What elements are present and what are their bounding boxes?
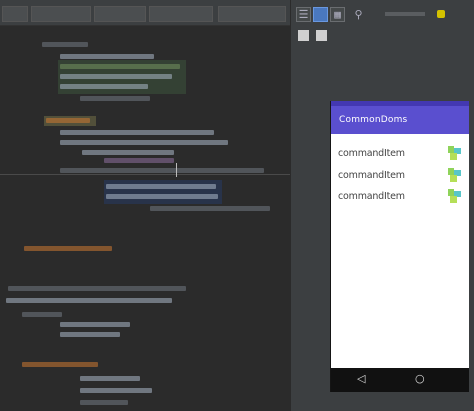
list-item[interactable]: commandItem bbox=[338, 168, 466, 185]
list-item[interactable]: commandItem bbox=[338, 146, 466, 163]
info-icon[interactable] bbox=[316, 30, 327, 41]
code-line bbox=[6, 298, 172, 303]
code-line bbox=[22, 362, 98, 367]
zoom-icon[interactable]: ⚲ bbox=[351, 7, 366, 22]
code-line bbox=[60, 130, 214, 135]
editor-tab-bar bbox=[0, 0, 290, 26]
code-line bbox=[42, 42, 88, 47]
code-guide bbox=[0, 174, 290, 175]
code-line bbox=[22, 312, 62, 317]
code-line bbox=[150, 206, 270, 211]
code-line bbox=[60, 84, 148, 89]
design-icon[interactable]: ▦ bbox=[330, 7, 345, 22]
item-image bbox=[448, 168, 461, 183]
layout-icon[interactable]: ☰ bbox=[296, 7, 311, 22]
app-title: CommonDoms bbox=[339, 115, 408, 125]
grid-icon[interactable] bbox=[298, 30, 309, 41]
code-line bbox=[60, 168, 264, 173]
home-icon[interactable]: ○ bbox=[415, 372, 425, 385]
app-bar: CommonDoms bbox=[331, 106, 469, 134]
list-item-label: commandItem bbox=[338, 170, 405, 181]
item-image bbox=[448, 146, 461, 161]
code-line bbox=[46, 118, 90, 123]
item-image bbox=[448, 189, 461, 204]
code-line bbox=[8, 286, 186, 291]
code-line bbox=[60, 64, 180, 69]
code-line bbox=[24, 246, 112, 251]
device-selector[interactable] bbox=[385, 12, 425, 16]
code-line bbox=[80, 388, 152, 393]
editor-tab[interactable] bbox=[31, 6, 91, 22]
text-cursor bbox=[176, 163, 177, 177]
list-item-label: commandItem bbox=[338, 191, 405, 202]
code-line bbox=[104, 158, 174, 163]
code-line bbox=[80, 376, 140, 381]
code-line bbox=[60, 332, 120, 337]
editor-tab[interactable] bbox=[149, 6, 213, 22]
editor-tab[interactable] bbox=[2, 6, 28, 22]
code-line bbox=[82, 150, 174, 155]
code-line bbox=[60, 74, 172, 79]
code-line bbox=[106, 194, 218, 199]
code-line bbox=[80, 96, 150, 101]
list-item-label: commandItem bbox=[338, 148, 405, 159]
split-view-icon[interactable] bbox=[313, 7, 328, 22]
code-line bbox=[60, 140, 228, 145]
back-icon[interactable]: ◁ bbox=[357, 372, 365, 385]
code-line bbox=[106, 184, 216, 189]
code-line bbox=[60, 322, 130, 327]
code-line bbox=[60, 54, 154, 59]
editor-tab[interactable] bbox=[218, 6, 286, 22]
navigation-bar: ◁ ○ bbox=[331, 368, 469, 392]
code-line bbox=[80, 400, 128, 405]
warning-icon[interactable] bbox=[437, 10, 445, 18]
list-item[interactable]: commandItem bbox=[338, 189, 466, 206]
editor-tab[interactable] bbox=[94, 6, 146, 22]
code-editor[interactable] bbox=[0, 0, 290, 411]
